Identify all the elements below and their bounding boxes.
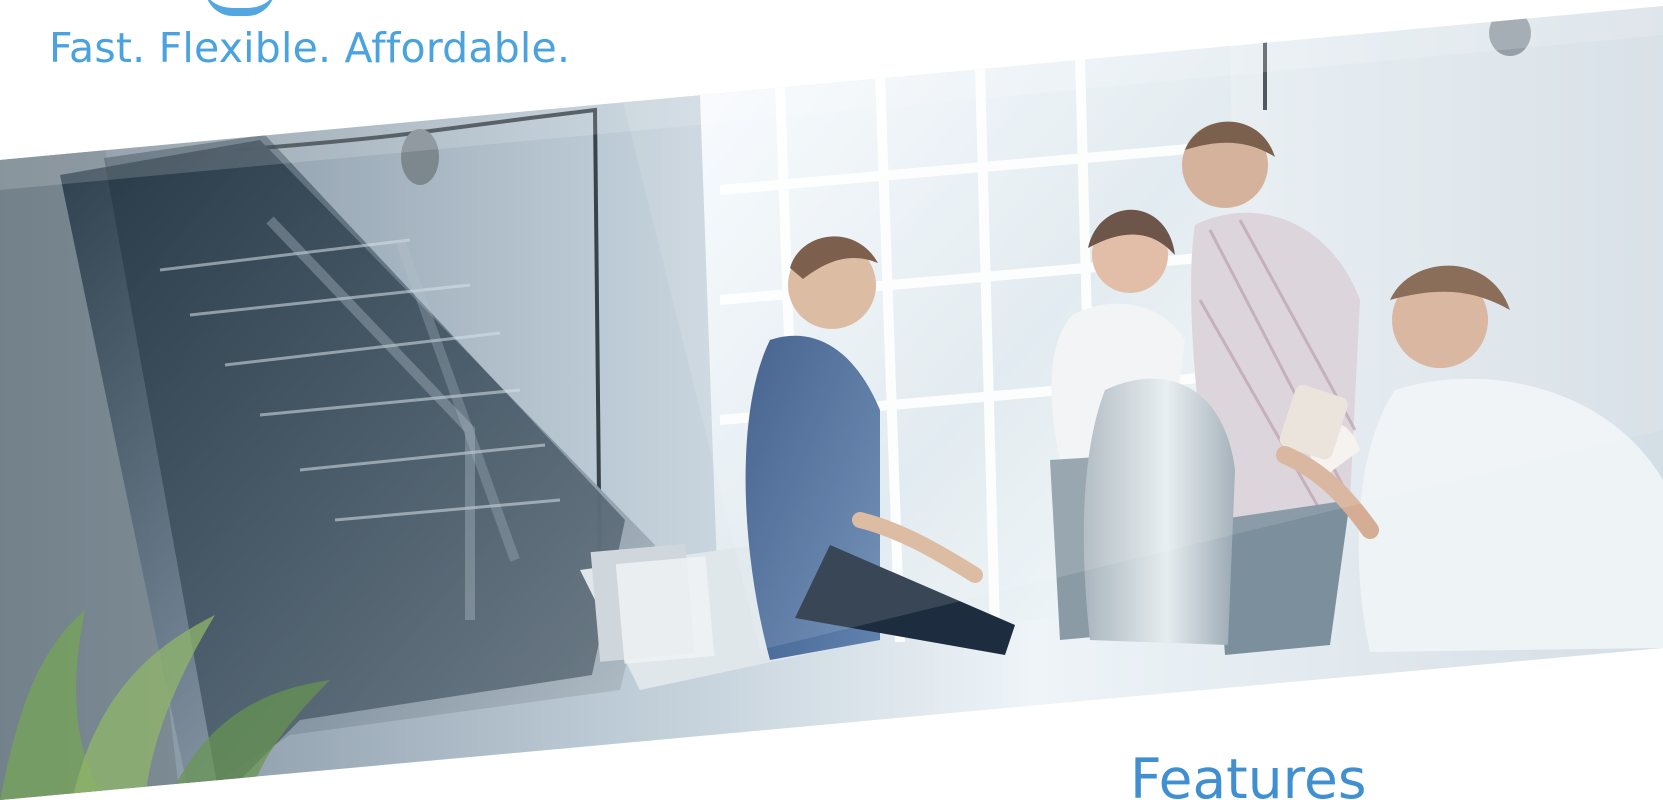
features-title: Features xyxy=(1130,747,1367,800)
hero-tagline: Fast. Flexible. Affordable. xyxy=(49,24,571,72)
team-office-photo-icon xyxy=(0,6,1663,800)
page: Fast. Flexible. Affordable. Features xyxy=(0,0,1663,800)
clipped-heading-fragment xyxy=(205,0,275,16)
